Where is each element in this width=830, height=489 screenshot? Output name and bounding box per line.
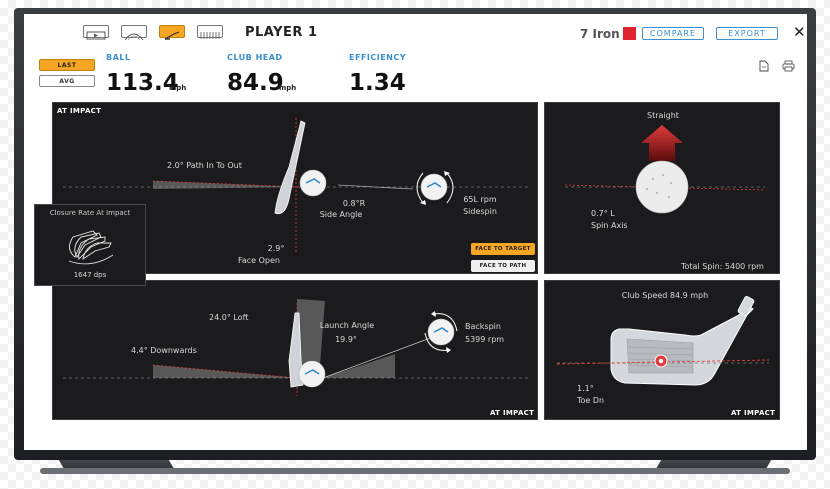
video-icon[interactable] <box>83 25 109 40</box>
side-view-panel: 24.0° Loft 4.4° Downwards Launch Angle 1… <box>52 280 538 420</box>
efficiency-value: 1.34 <box>349 70 406 96</box>
side-view-graphic <box>63 299 529 396</box>
club-speed-label: Club Speed 84.9 mph <box>621 291 709 300</box>
launch-angle-label: Launch Angle <box>319 321 375 330</box>
loft-label: 24.0° Loft <box>209 313 249 322</box>
club-view-icon[interactable] <box>159 25 185 40</box>
toe-angle-label: Toe Dn <box>577 396 605 405</box>
launch-angle-value: 19.9° <box>335 335 357 344</box>
player-name: PLAYER 1 <box>245 25 318 40</box>
face-to-path-button[interactable]: FACE TO PATH <box>471 260 535 272</box>
top-bar: PLAYER 1 7 Iron COMPARE EXPORT ✕ <box>24 14 807 50</box>
backspin-label: Backspin <box>465 322 501 331</box>
path-label: 2.0° Path In To Out <box>167 161 242 170</box>
shot-direction-label: Straight <box>647 111 679 120</box>
side-angle-label: Side Angle <box>319 210 363 219</box>
toe-angle-value: 1.1° <box>577 384 594 393</box>
print-icon[interactable] <box>782 57 795 72</box>
efficiency-label: EFFICIENCY <box>349 53 407 62</box>
club-head-unit: mph <box>279 84 297 92</box>
side-view-title: AT IMPACT <box>490 409 535 417</box>
side-angle-value: 0.8°R <box>342 199 366 208</box>
closure-rate-title: Closure Rate At Impact <box>49 209 131 217</box>
data-table-icon[interactable] <box>197 25 223 39</box>
avg-toggle[interactable]: AVG <box>39 75 95 87</box>
pdf-icon[interactable] <box>759 57 769 72</box>
compare-button[interactable]: COMPARE <box>642 27 704 40</box>
closure-rate-callout: Closure Rate At Impact 1647 dps <box>34 204 146 286</box>
app-screen: PLAYER 1 7 Iron COMPARE EXPORT ✕ LAST AV… <box>24 14 807 450</box>
top-view-title: AT IMPACT <box>57 107 102 115</box>
spin-axis-panel: Straight 0.7° L Spin Axis Total Spin: 54… <box>544 102 780 274</box>
face-to-target-button[interactable]: FACE TO TARGET <box>471 243 535 255</box>
face-view-title: AT IMPACT <box>731 409 776 417</box>
trajectory-icon[interactable] <box>121 25 147 41</box>
ball-speed-label: BALL <box>106 53 131 62</box>
face-angle-label: Face Open <box>238 256 280 265</box>
club-rotation-icon <box>68 230 114 265</box>
spin-axis-graphic <box>564 125 766 214</box>
close-icon[interactable]: ✕ <box>793 23 806 41</box>
closure-rate-value: 1647 dps <box>73 271 107 279</box>
total-spin-label: Total Spin: 5400 rpm <box>681 262 764 271</box>
attack-angle-label: 4.4° Downwards <box>131 346 197 355</box>
ball-speed-unit: mph <box>169 84 187 92</box>
spin-axis-label: Spin Axis <box>591 221 628 230</box>
spin-axis-value: 0.7° L <box>591 209 615 218</box>
export-button[interactable]: EXPORT <box>716 27 778 40</box>
club-head-value: 84.9 <box>227 70 284 96</box>
club-color-swatch <box>623 27 636 40</box>
face-angle-value: 2.9° <box>267 244 285 253</box>
face-view-panel: Club Speed 84.9 mph 1.1° Toe Dn AT IMPAC… <box>544 280 780 420</box>
tv-base <box>40 468 790 474</box>
club-head-label: CLUB HEAD <box>227 53 283 62</box>
club-label[interactable]: 7 Iron <box>580 27 620 41</box>
sidespin-label: Sidespin <box>463 207 497 216</box>
sidespin-value: 65L rpm <box>463 195 497 204</box>
last-toggle[interactable]: LAST <box>39 59 95 71</box>
ball-speed-value: 113.4 <box>106 70 179 96</box>
backspin-value: 5399 rpm <box>465 335 505 344</box>
